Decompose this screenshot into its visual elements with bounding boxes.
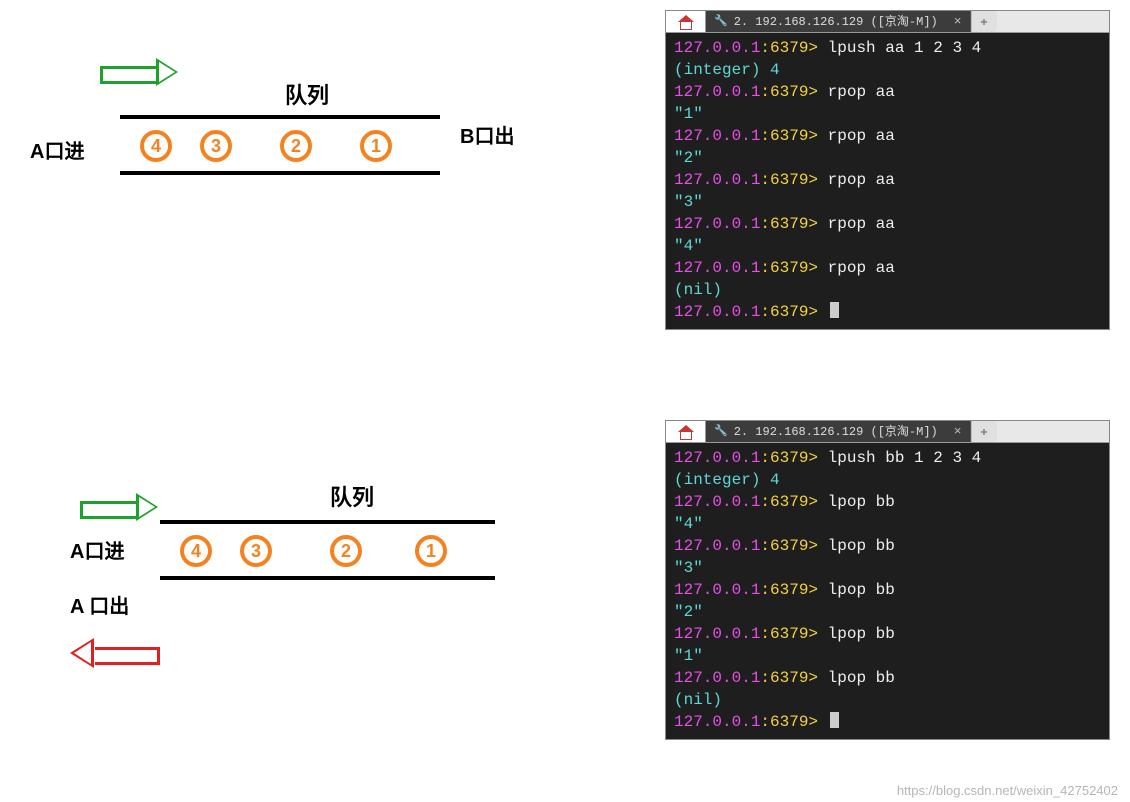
terminal-line: 127.0.0.1:6379> rpop aa xyxy=(674,125,1101,147)
section-queue-fifo: 队列 A口进 B口出 4 3 2 1 🔧 2. 192.168.126.129 … xyxy=(0,10,1130,390)
tab-new-button[interactable]: ✚ xyxy=(971,421,997,442)
home-icon xyxy=(678,15,694,29)
terminal-line: 127.0.0.1:6379> lpop bb xyxy=(674,491,1101,513)
terminal-line: (integer) 4 xyxy=(674,469,1101,491)
terminal-line: 127.0.0.1:6379> lpop bb xyxy=(674,535,1101,557)
section-queue-stack: 队列 A口进 4 3 2 1 A 口出 🔧 2. 192.168.126.129… xyxy=(0,420,1130,800)
terminal-line: 127.0.0.1:6379> rpop aa xyxy=(674,169,1101,191)
terminal-line: 127.0.0.1:6379> xyxy=(674,301,1101,323)
diagram-title: 队列 xyxy=(330,480,374,512)
terminal-line: 127.0.0.1:6379> lpush bb 1 2 3 4 xyxy=(674,447,1101,469)
terminal-line: "1" xyxy=(674,103,1101,125)
queue-item-1: 1 xyxy=(415,535,447,567)
terminal-line: 127.0.0.1:6379> lpop bb xyxy=(674,579,1101,601)
terminal-line: "3" xyxy=(674,557,1101,579)
label-b-out: B口出 xyxy=(460,120,514,149)
tab-close-icon[interactable]: × xyxy=(954,421,962,443)
terminal-line: (nil) xyxy=(674,279,1101,301)
terminal-line: 127.0.0.1:6379> rpop aa xyxy=(674,81,1101,103)
terminal-line: 127.0.0.1:6379> xyxy=(674,711,1101,733)
terminal-line: "4" xyxy=(674,513,1101,535)
terminal-line: (nil) xyxy=(674,689,1101,711)
tab-title-text: 2. 192.168.126.129 ([京淘-M]) xyxy=(734,421,938,443)
terminal-line: 127.0.0.1:6379> lpush aa 1 2 3 4 xyxy=(674,37,1101,59)
wrench-icon: 🔧 xyxy=(714,11,728,33)
terminal-tabbar: 🔧 2. 192.168.126.129 ([京淘-M]) × ✚ xyxy=(666,421,1109,443)
diagram-title: 队列 xyxy=(285,78,329,110)
terminal-line: "2" xyxy=(674,147,1101,169)
terminal-line: (integer) 4 xyxy=(674,59,1101,81)
terminal-line: "1" xyxy=(674,645,1101,667)
tab-close-icon[interactable]: × xyxy=(954,11,962,33)
tab-new-button[interactable]: ✚ xyxy=(971,11,997,32)
diagram-queue-2: 队列 A口进 4 3 2 1 A 口出 xyxy=(30,440,570,700)
queue-item-4: 4 xyxy=(140,130,172,162)
arrow-in-green xyxy=(100,60,178,84)
terminal-cursor xyxy=(830,302,839,318)
terminal-cursor xyxy=(830,712,839,728)
label-a-out: A 口出 xyxy=(70,590,129,619)
tab-title-text: 2. 192.168.126.129 ([京淘-M]) xyxy=(734,11,938,33)
terminal-line: "2" xyxy=(674,601,1101,623)
diagram-queue-1: 队列 A口进 B口出 4 3 2 1 xyxy=(30,40,570,300)
tab-home[interactable] xyxy=(666,11,706,32)
label-a-in: A口进 xyxy=(30,135,84,164)
arrow-in-green xyxy=(80,495,158,519)
terminal-line: 127.0.0.1:6379> lpop bb xyxy=(674,623,1101,645)
terminal-line: "4" xyxy=(674,235,1101,257)
queue-item-2: 2 xyxy=(280,130,312,162)
terminal-line: 127.0.0.1:6379> lpop bb xyxy=(674,667,1101,689)
tab-session[interactable]: 🔧 2. 192.168.126.129 ([京淘-M]) × xyxy=(706,11,971,32)
wrench-icon: 🔧 xyxy=(714,421,728,443)
tab-session[interactable]: 🔧 2. 192.168.126.129 ([京淘-M]) × xyxy=(706,421,971,442)
label-a-in: A口进 xyxy=(70,535,124,564)
watermark-text: https://blog.csdn.net/weixin_42752402 xyxy=(897,783,1118,798)
terminal-body[interactable]: 127.0.0.1:6379> lpush bb 1 2 3 4(integer… xyxy=(666,443,1109,739)
terminal-line: "3" xyxy=(674,191,1101,213)
home-icon xyxy=(678,425,694,439)
queue-item-3: 3 xyxy=(240,535,272,567)
terminal-tabbar: 🔧 2. 192.168.126.129 ([京淘-M]) × ✚ xyxy=(666,11,1109,33)
arrow-out-red xyxy=(70,640,160,666)
terminal-line: 127.0.0.1:6379> rpop aa xyxy=(674,257,1101,279)
terminal-body[interactable]: 127.0.0.1:6379> lpush aa 1 2 3 4(integer… xyxy=(666,33,1109,329)
tab-home[interactable] xyxy=(666,421,706,442)
queue-item-2: 2 xyxy=(330,535,362,567)
terminal-window-1: 🔧 2. 192.168.126.129 ([京淘-M]) × ✚ 127.0.… xyxy=(665,10,1110,330)
terminal-window-2: 🔧 2. 192.168.126.129 ([京淘-M]) × ✚ 127.0.… xyxy=(665,420,1110,740)
queue-item-1: 1 xyxy=(360,130,392,162)
queue-item-3: 3 xyxy=(200,130,232,162)
queue-item-4: 4 xyxy=(180,535,212,567)
terminal-line: 127.0.0.1:6379> rpop aa xyxy=(674,213,1101,235)
